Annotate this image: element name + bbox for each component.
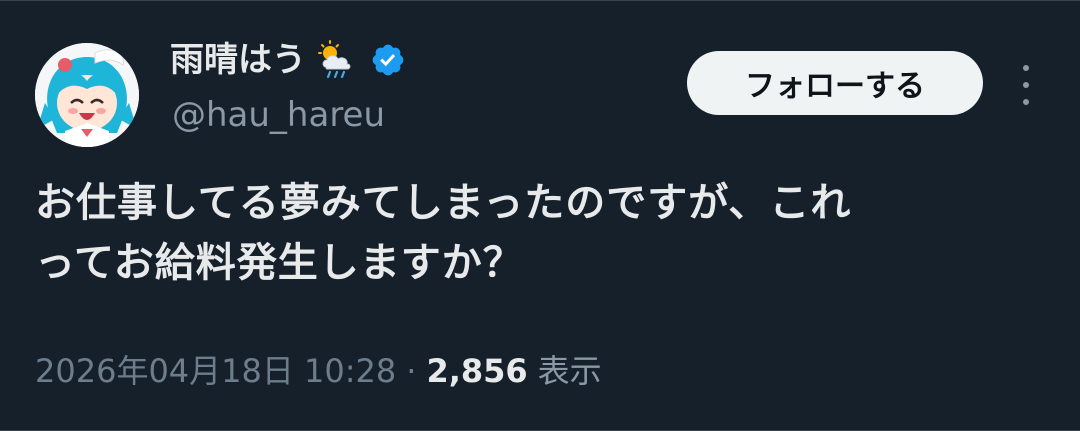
more-dot <box>1023 99 1029 105</box>
verified-icon[interactable] <box>370 42 406 78</box>
follow-button[interactable]: フォローする <box>687 51 983 115</box>
more-dot <box>1023 65 1029 71</box>
tweet-card: 雨晴はう @hau_hareu フォローする お仕事してる夢みてしまったのですが… <box>0 0 1080 431</box>
sun-behind-rain-cloud-icon <box>314 39 356 81</box>
avatar-illustration <box>35 43 139 147</box>
avatar[interactable] <box>35 43 139 147</box>
author-handle[interactable]: @hau_hareu <box>172 95 385 135</box>
tweet-timestamp[interactable]: 2026年04月18日 10:28 <box>35 346 396 392</box>
tweet-text-line: お仕事してる夢みてしまったのですが、これ <box>35 180 852 226</box>
tweet-text-line: ってお給料発生しますか？ <box>35 240 524 286</box>
views-count: 2,856 <box>426 352 528 390</box>
views-label: 表示 <box>537 352 602 390</box>
tweet-text: お仕事してる夢みてしまったのですが、これ ってお給料発生しますか？ <box>35 173 1065 293</box>
author-name-row: 雨晴はう <box>170 39 406 81</box>
tweet-meta: 2026年04月18日 10:28 · 2,856 表示 <box>35 346 602 392</box>
more-vertical-icon[interactable] <box>1012 65 1040 105</box>
more-dot <box>1023 82 1029 88</box>
meta-separator: · <box>406 352 417 390</box>
author-display-name[interactable]: 雨晴はう <box>170 40 306 81</box>
